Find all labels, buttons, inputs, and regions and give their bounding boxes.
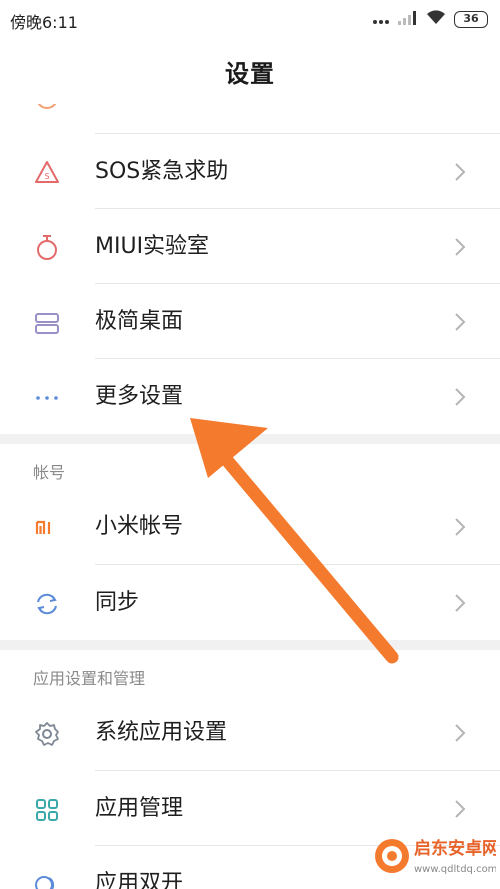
settings-row-label: 应用双开 — [95, 871, 184, 889]
status-bar: 傍晚6:11 36 — [0, 0, 500, 38]
gear-icon — [33, 720, 61, 748]
chevron-right-icon — [452, 236, 468, 258]
section-gap — [0, 434, 500, 444]
partial-item-icon — [33, 104, 61, 112]
settings-row-more-settings[interactable]: 更多设置 — [0, 359, 500, 434]
chevron-right-icon — [452, 592, 468, 614]
settings-row-label: SOS紧急求助 — [95, 159, 229, 184]
settings-row-miui-lab[interactable]: MIUI实验室 — [0, 209, 500, 284]
battery-indicator: 36 — [454, 10, 488, 28]
settings-row-partial[interactable] — [0, 104, 500, 134]
chevron-right-icon — [452, 798, 468, 820]
settings-row-sos[interactable]: S SOS紧急求助 — [0, 134, 500, 209]
settings-list[interactable]: S SOS紧急求助 MIUI实验室 极简桌面 更多设置 帐号 小米帐号 同步 应… — [0, 104, 500, 889]
wifi-icon — [426, 9, 446, 29]
status-time: 傍晚6:11 — [10, 13, 78, 32]
settings-row-mi-account[interactable]: 小米帐号 — [0, 489, 500, 564]
section-gap — [0, 640, 500, 650]
status-icons: 36 — [372, 8, 488, 30]
watermark-logo: 启东安卓网 www.qdltdq.com — [370, 826, 499, 886]
title-bar: 设置 — [0, 38, 500, 104]
more-dots-icon — [33, 384, 61, 412]
mi-logo-icon — [33, 514, 61, 542]
settings-row-label: 更多设置 — [95, 384, 184, 409]
more-dots-status-icon — [372, 10, 390, 29]
settings-row-simple-launcher[interactable]: 极简桌面 — [0, 284, 500, 359]
section-header-account: 帐号 — [33, 463, 66, 482]
chevron-right-icon — [452, 386, 468, 408]
signal-icon — [398, 10, 418, 29]
settings-row-label: 极简桌面 — [95, 309, 184, 334]
flask-icon — [33, 234, 61, 262]
simple-desktop-icon — [33, 309, 61, 337]
settings-row-label: 应用管理 — [95, 796, 184, 821]
grid-icon — [33, 796, 61, 824]
settings-row-system-apps[interactable]: 系统应用设置 — [0, 695, 500, 770]
settings-row-label: MIUI实验室 — [95, 234, 210, 259]
section-header-apps: 应用设置和管理 — [33, 669, 146, 688]
page-title: 设置 — [225, 59, 275, 88]
chevron-right-icon — [452, 516, 468, 538]
watermark-url: www.qdltdq.com — [414, 864, 496, 875]
watermark-text: 启东安卓网 — [414, 838, 496, 859]
sos-icon: S — [33, 159, 61, 187]
sync-icon — [33, 590, 61, 618]
svg-text:S: S — [44, 172, 49, 181]
settings-row-label: 系统应用设置 — [95, 720, 228, 745]
settings-row-sync[interactable]: 同步 — [0, 565, 500, 640]
settings-row-label: 小米帐号 — [95, 514, 184, 539]
chevron-right-icon — [452, 161, 468, 183]
dual-circle-icon — [33, 871, 61, 889]
chevron-right-icon — [452, 311, 468, 333]
chevron-right-icon — [452, 722, 468, 744]
settings-row-label: 同步 — [95, 590, 140, 615]
